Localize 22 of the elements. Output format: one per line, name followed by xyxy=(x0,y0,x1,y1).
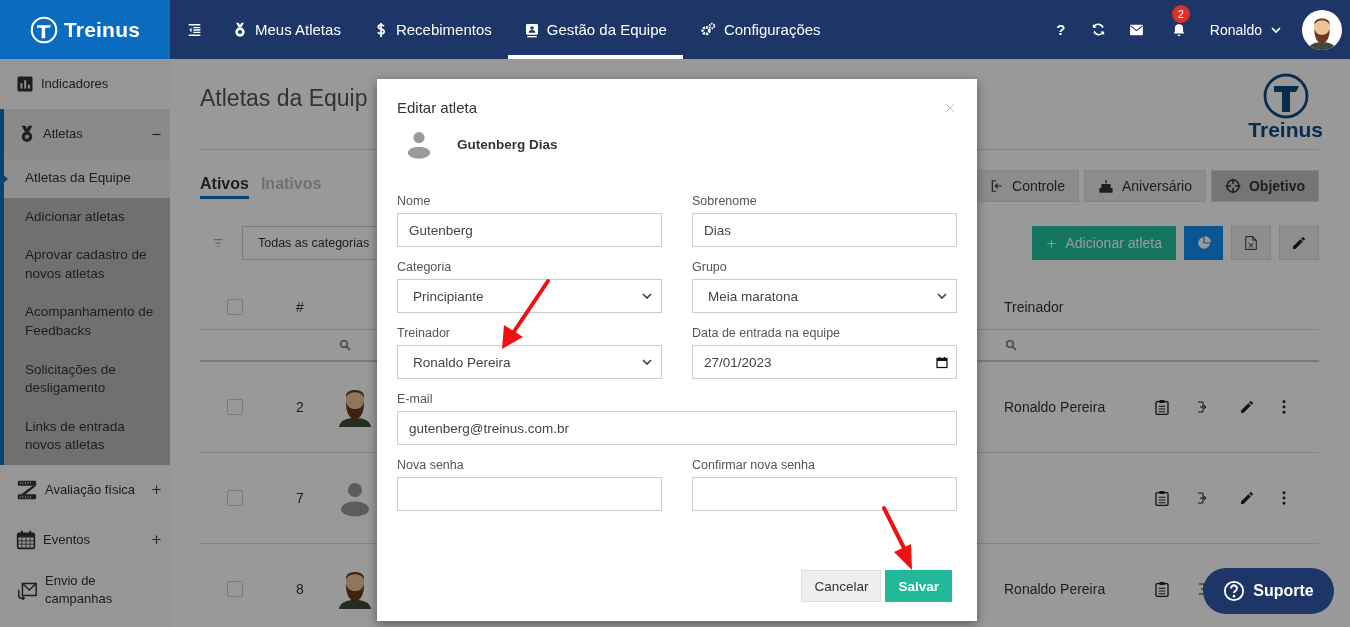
field-label: E-mail xyxy=(397,392,434,406)
table-cell: Ronaldo Pereira xyxy=(1004,399,1106,415)
page-title: Atletas da Equip xyxy=(200,84,368,112)
field-label: Grupo xyxy=(692,260,728,274)
logo-text: Treinus xyxy=(1248,118,1323,142)
field-label: Nova senha xyxy=(397,458,465,472)
field-label: Nome xyxy=(397,194,432,208)
column-header: Treinador xyxy=(1004,299,1064,315)
field-label: Categoria xyxy=(397,260,453,274)
table-cell: 7 xyxy=(296,490,304,506)
field-label: Sobrenome xyxy=(692,194,758,208)
column-header: # xyxy=(296,299,304,315)
athlete-name: Gutenberg Dias xyxy=(457,136,558,152)
table-cell: 2 xyxy=(296,399,304,415)
notification-badge: 2 xyxy=(1171,4,1190,23)
field-label: Data de entrada na equipe xyxy=(692,326,842,340)
field-label: Confirmar nova senha xyxy=(692,458,816,472)
dialog-title: Editar atleta xyxy=(397,99,478,116)
table-cell: 8 xyxy=(296,581,304,597)
table-cell: Ronaldo Pereira xyxy=(1004,581,1106,597)
logo-text: Treinus xyxy=(63,17,141,42)
field-label: Treinador xyxy=(397,326,452,340)
